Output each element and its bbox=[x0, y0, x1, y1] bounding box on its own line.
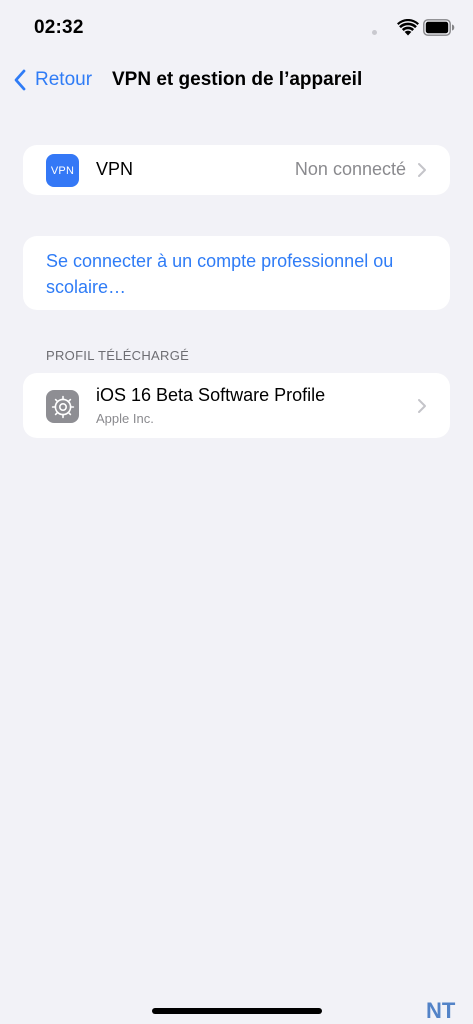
chevron-right-icon bbox=[418, 163, 426, 177]
section-header-profile: PROFIL TÉLÉCHARGÉ bbox=[46, 348, 190, 363]
profile-title: iOS 16 Beta Software Profile bbox=[96, 385, 326, 405]
profile-row[interactable]: iOS 16 Beta Software Profile Apple Inc. bbox=[23, 373, 450, 438]
work-account-link[interactable]: Se connecter à un compte professionnel o… bbox=[46, 248, 426, 300]
battery-icon bbox=[423, 19, 455, 36]
profile-app-icon bbox=[46, 390, 79, 423]
page-title: VPN et gestion de l’appareil bbox=[112, 69, 363, 90]
vpn-status-value: Non connecté bbox=[294, 159, 406, 179]
settings-screen: 02:32 Retour VPN et gestion de l’apparei… bbox=[0, 0, 473, 1024]
home-indicator[interactable] bbox=[152, 1008, 322, 1014]
vpn-row[interactable]: VPN VPN Non connecté bbox=[23, 145, 450, 195]
status-bar: 02:32 bbox=[0, 0, 473, 56]
work-account-card: Se connecter à un compte professionnel o… bbox=[23, 236, 450, 310]
profile-subtitle: Apple Inc. bbox=[96, 411, 154, 426]
status-time: 02:32 bbox=[34, 17, 84, 38]
back-label: Retour bbox=[35, 69, 93, 90]
back-button[interactable]: Retour bbox=[12, 65, 92, 95]
watermark-logo: NT bbox=[426, 998, 456, 1022]
gear-icon bbox=[51, 395, 74, 418]
chevron-right-icon bbox=[418, 399, 426, 413]
svg-text:NT: NT bbox=[426, 998, 456, 1022]
wifi-icon bbox=[397, 19, 419, 36]
chevron-left-icon bbox=[14, 69, 26, 91]
vpn-row-title: VPN bbox=[96, 159, 134, 179]
vpn-app-icon: VPN bbox=[46, 154, 79, 187]
status-dot bbox=[372, 30, 377, 35]
nav-bar: Retour VPN et gestion de l’appareil bbox=[0, 56, 473, 104]
